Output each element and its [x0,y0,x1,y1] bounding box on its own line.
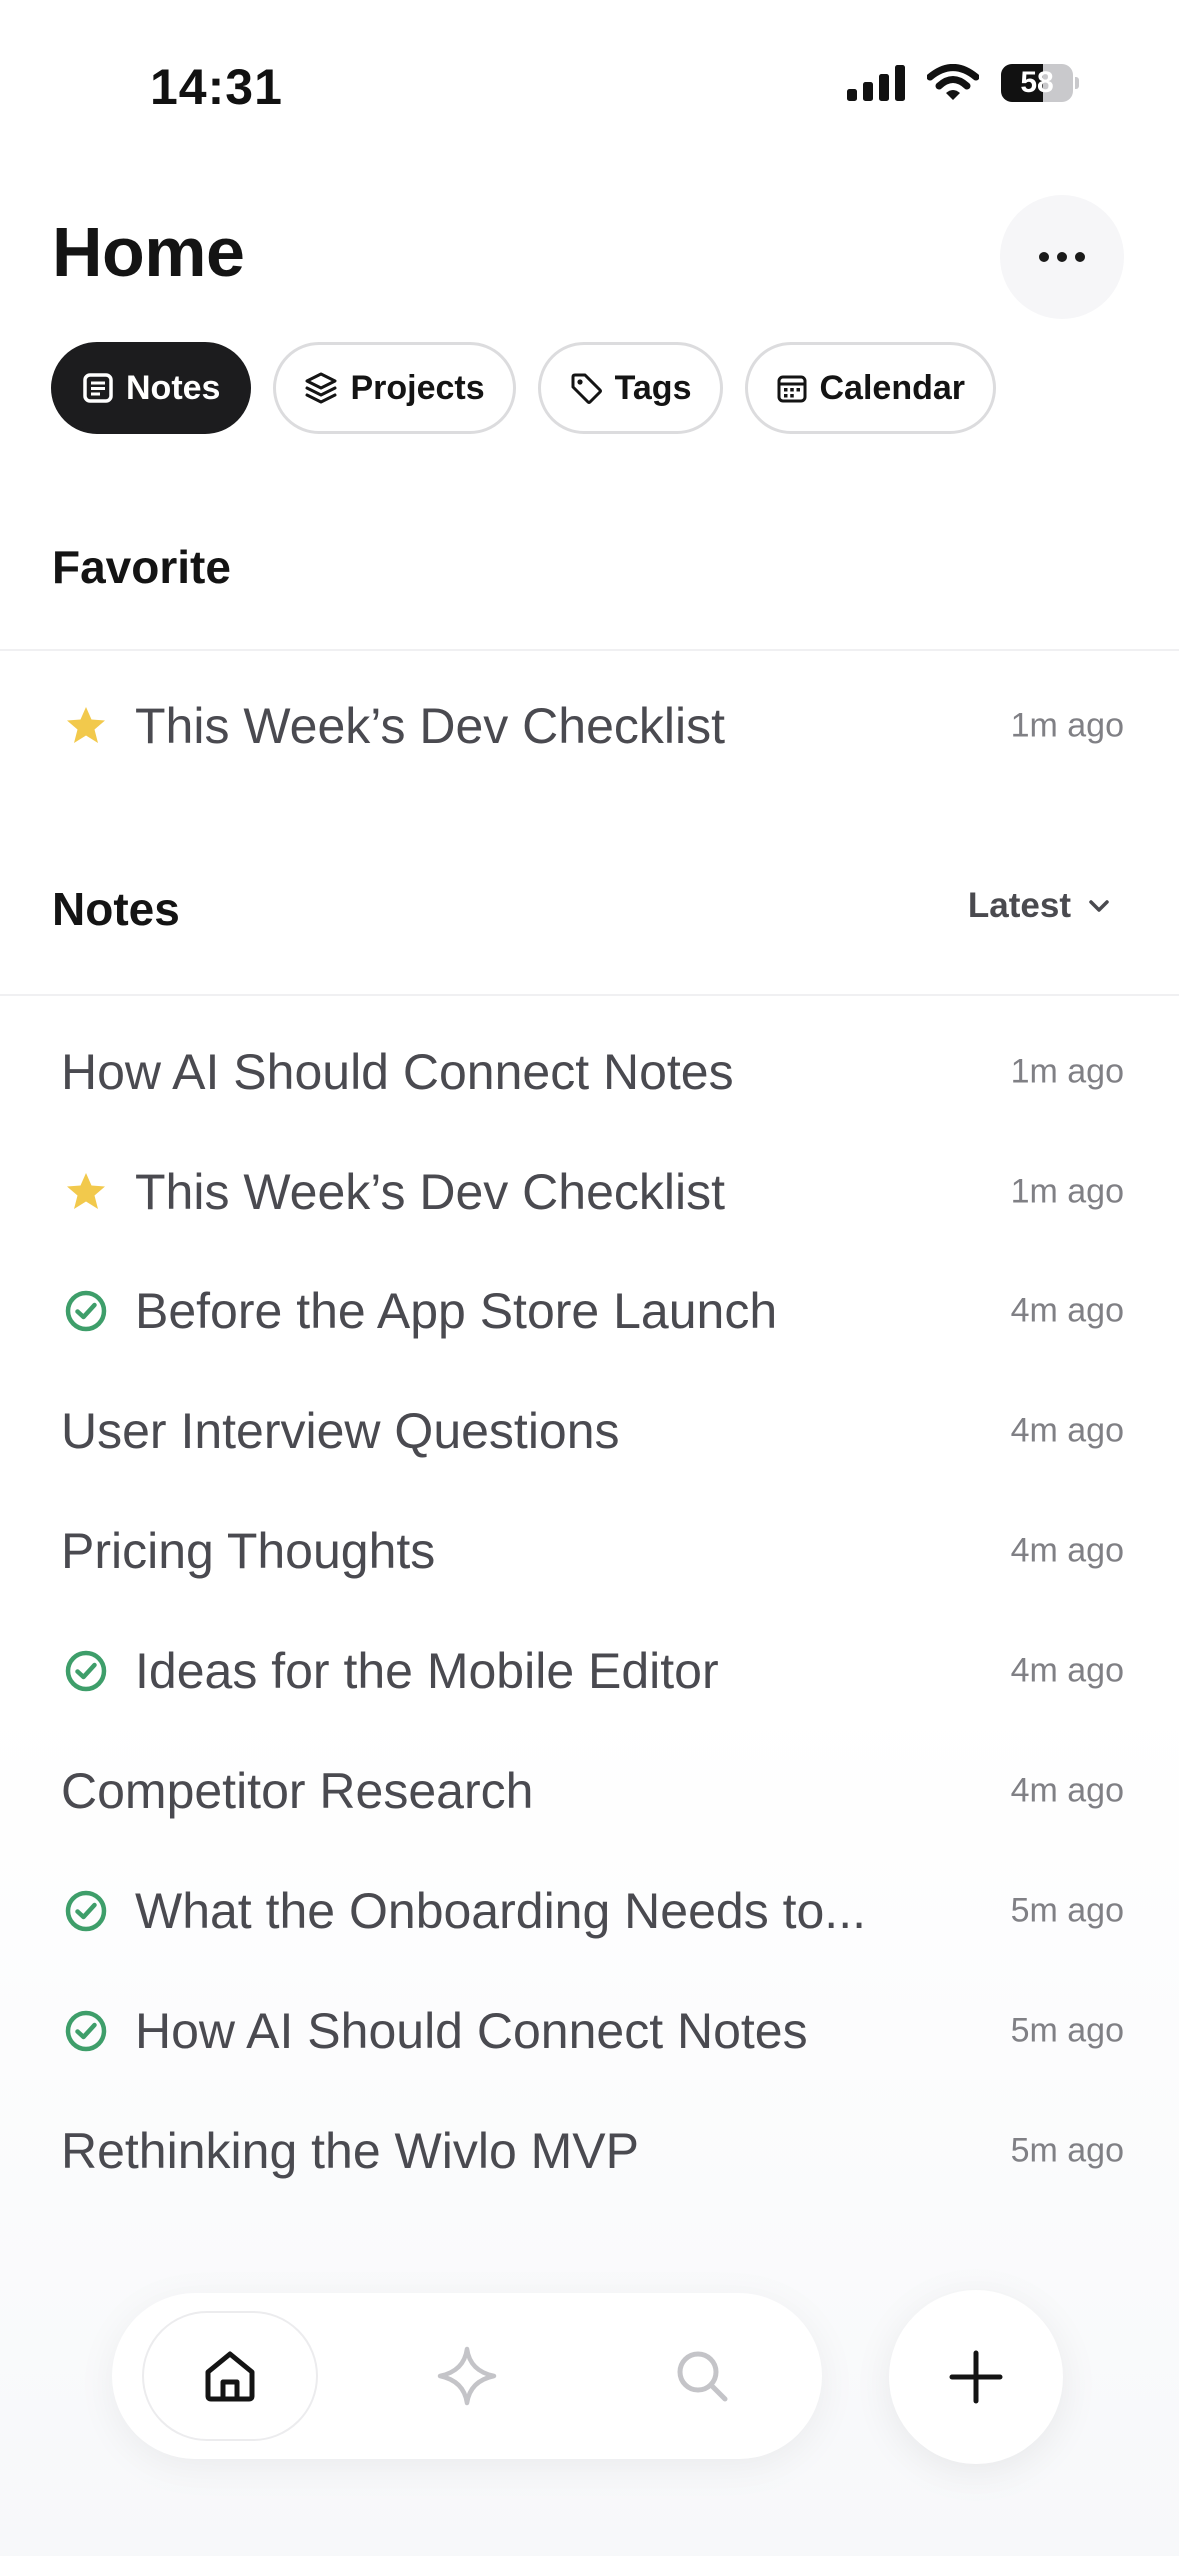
battery-indicator: 58 [1001,64,1079,102]
status-indicators: 58 [847,64,1079,102]
star-icon [67,1173,105,1209]
tab-calendar[interactable]: Calendar [744,342,996,434]
tab-calendar-label: Calendar [819,368,966,407]
nav-home-button[interactable] [142,2311,318,2441]
tab-tags-label: Tags [614,368,692,407]
note-title: Before the App Store Launch [135,1283,778,1339]
tab-notes[interactable]: Notes [51,342,252,434]
check-circle-icon [65,1650,107,1692]
layers-icon [305,372,337,404]
note-row[interactable]: Before the App Store Launch 4m ago [0,1256,1179,1366]
note-row[interactable]: This Week’s Dev Checklist 1m ago [0,1137,1179,1247]
note-row[interactable]: What the Onboarding Needs to... 5m ago [0,1856,1179,1966]
favorite-section-header: Favorite [52,541,231,593]
tag-icon [571,373,602,404]
battery-cap [1075,77,1079,89]
check-circle-icon [65,2010,107,2052]
note-row[interactable]: Rethinking the Wivlo MVP 5m ago [0,2096,1179,2206]
nav-ai-button[interactable] [379,2311,555,2441]
page-title: Home [52,213,245,291]
calendar-icon [777,375,806,403]
note-time: 5m ago [1010,2131,1124,2170]
note-time: 4m ago [1010,1651,1124,1690]
note-icon [83,373,113,403]
note-title: What the Onboarding Needs to... [135,1883,866,1939]
note-row[interactable]: Competitor Research 4m ago [0,1736,1179,1846]
favorite-item[interactable]: This Week’s Dev Checklist 1m ago [0,671,1179,781]
notes-section-header: Notes [52,883,180,935]
note-row[interactable]: Ideas for the Mobile Editor 4m ago [0,1616,1179,1726]
view-tabs: Notes Projects Tags Calendar [51,342,996,434]
note-title: User Interview Questions [61,1403,620,1459]
chevron-down-icon [1089,900,1109,912]
note-title: Competitor Research [61,1763,534,1819]
note-title: This Week’s Dev Checklist [135,1164,725,1220]
note-time: 1m ago [1010,1052,1124,1091]
note-time: 4m ago [1010,1531,1124,1570]
plus-icon [949,2350,1003,2404]
note-time: 4m ago [1010,1291,1124,1330]
note-row[interactable]: How AI Should Connect Notes 5m ago [0,1976,1179,2086]
note-title: Ideas for the Mobile Editor [135,1643,719,1699]
note-title: How AI Should Connect Notes [135,2003,808,2059]
favorite-item-time: 1m ago [1010,706,1124,745]
note-row[interactable]: User Interview Questions 4m ago [0,1376,1179,1486]
note-title: How AI Should Connect Notes [61,1044,734,1100]
check-circle-icon [65,1290,107,1332]
status-bar: 14:31 58 [0,0,1179,170]
note-title: Pricing Thoughts [61,1523,436,1579]
notes-divider [0,994,1179,996]
note-time: 4m ago [1010,1771,1124,1810]
note-row[interactable]: How AI Should Connect Notes 1m ago [0,1017,1179,1127]
note-row[interactable]: Pricing Thoughts 4m ago [0,1496,1179,1606]
wifi-icon [927,64,979,100]
note-time: 5m ago [1010,2011,1124,2050]
tab-tags[interactable]: Tags [537,342,723,434]
search-icon [677,2351,728,2402]
battery-level: 58 [1020,66,1054,99]
bottom-navigation-bar [112,2293,822,2459]
note-time: 5m ago [1010,1891,1124,1930]
favorite-divider [0,649,1179,651]
note-title: Rethinking the Wivlo MVP [61,2123,640,2179]
sort-dropdown[interactable]: Latest [968,886,1111,926]
tab-projects-label: Projects [350,368,485,407]
sort-label: Latest [967,886,1071,925]
tab-projects[interactable]: Projects [273,342,516,434]
status-time: 14:31 [150,59,283,115]
cellular-signal-icon [847,65,905,101]
ellipsis-icon [1039,252,1085,262]
check-circle-icon [65,1890,107,1932]
note-time: 1m ago [1010,1172,1124,1211]
sparkle-icon [437,2346,497,2406]
note-time: 4m ago [1010,1411,1124,1450]
nav-search-button[interactable] [614,2311,790,2441]
favorite-item-title: This Week’s Dev Checklist [135,698,725,754]
home-icon [205,2351,255,2402]
star-icon [67,707,105,743]
tab-notes-label: Notes [126,368,221,407]
more-options-button[interactable] [1000,195,1124,319]
new-note-button[interactable] [889,2290,1063,2464]
